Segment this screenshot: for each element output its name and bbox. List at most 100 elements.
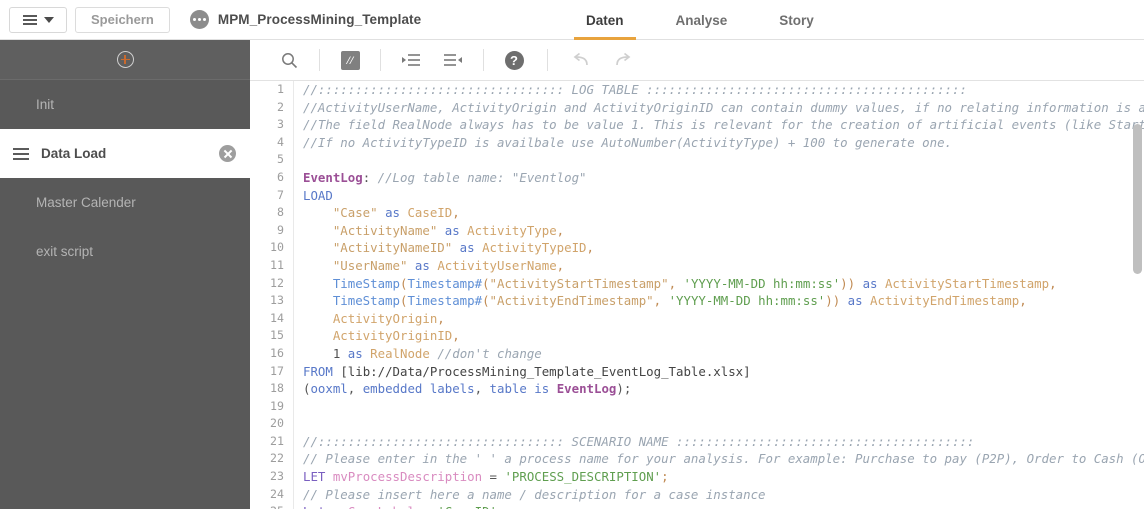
line-number: 14 xyxy=(250,309,294,328)
line-number: 12 xyxy=(250,274,294,293)
page-title: MPM_ProcessMining_Template xyxy=(217,12,422,27)
code-line: 6 EventLog: //Log table name: "Eventlog" xyxy=(250,168,1144,187)
code-line: 8 "Case" as CaseID, xyxy=(250,204,1144,222)
toolbar-separator xyxy=(547,49,548,71)
main-tabs: Daten Analyse Story xyxy=(560,0,840,40)
line-content: Let mwCaseLabel = 'CaseID'; xyxy=(294,503,504,509)
line-number: 2 xyxy=(250,98,294,117)
line-content: // Please insert here a name / descripti… xyxy=(303,486,766,502)
comment-toggle-icon[interactable]: // xyxy=(329,40,371,81)
tab-story[interactable]: Story xyxy=(753,0,840,40)
line-content: EventLog: //Log table name: "Eventlog" xyxy=(303,169,587,185)
indent-decrease-icon[interactable] xyxy=(432,40,474,81)
code-line: 11 "UserName" as ActivityUserName, xyxy=(250,256,1144,275)
code-line: 14 ActivityOrigin, xyxy=(250,309,1144,328)
line-content: //The field RealNode always has to be va… xyxy=(303,117,1144,133)
line-number: 25 xyxy=(250,503,294,509)
tab-daten[interactable]: Daten xyxy=(560,0,650,40)
line-number: 11 xyxy=(250,256,294,275)
line-number: 3 xyxy=(250,116,294,134)
line-number: 9 xyxy=(250,221,294,240)
line-content: (ooxml, embedded labels, table is EventL… xyxy=(303,381,632,397)
code-line: 15 ActivityOriginID, xyxy=(250,327,1144,345)
code-line: 23 LET mvProcessDescription = 'PROCESS_DE… xyxy=(250,468,1144,486)
sidebar-item-left: Data Load xyxy=(13,146,106,161)
code-editor[interactable]: 1 //::::::::::::::::::::::::::::::::: LOG… xyxy=(250,81,1144,509)
toolbar-separator xyxy=(380,49,381,71)
sidebar-item-label: exit script xyxy=(36,244,94,259)
line-content: "ActivityName" as ActivityType, xyxy=(332,222,565,238)
app-dots-icon xyxy=(189,10,209,29)
chevron-down-icon xyxy=(43,16,54,23)
code-line: 16 1 as RealNode //don't change xyxy=(250,344,1144,363)
line-number: 22 xyxy=(250,450,294,469)
drag-handle-icon[interactable] xyxy=(13,147,29,160)
line-content: //::::::::::::::::::::::::::::::::: SCEN… xyxy=(303,433,975,449)
code-line: 4 //If no ActivityTypeID is availbale use… xyxy=(250,133,1144,152)
line-content: //ActivityUserName, ActivityOrigin and A… xyxy=(303,99,1144,115)
toolbar-separator xyxy=(483,49,484,71)
line-content: "Case" as CaseID, xyxy=(332,205,460,221)
code-line: 9 "ActivityName" as ActivityType, xyxy=(250,221,1144,240)
add-section-button[interactable] xyxy=(0,40,250,80)
code-line: 22 // Please enter in the ' ' a process n… xyxy=(250,450,1144,469)
close-circle-icon[interactable] xyxy=(219,145,236,162)
line-number: 18 xyxy=(250,380,294,398)
undo-icon[interactable] xyxy=(560,40,602,81)
line-number: 8 xyxy=(250,204,294,222)
line-content: "ActivityNameID" as ActivityTypeID, xyxy=(332,240,594,256)
tab-analyse[interactable]: Analyse xyxy=(650,0,754,40)
plus-circle-icon xyxy=(116,51,134,68)
line-number: 24 xyxy=(250,485,294,504)
global-menu-button[interactable] xyxy=(9,6,67,33)
sidebar-item-exit-script[interactable]: exit script xyxy=(0,227,250,276)
line-number: 21 xyxy=(250,432,294,451)
line-number: 7 xyxy=(250,186,294,205)
code-line: 17 FROM [lib://Data/ProcessMining_Templat… xyxy=(250,362,1144,381)
code-line: 10 "ActivityNameID" as ActivityTypeID, xyxy=(250,239,1144,257)
line-number: 23 xyxy=(250,468,294,486)
script-editor-pane: // ? 1 //:::::::::::::::::::::::::::::::… xyxy=(250,40,1144,509)
editor-scrollbar[interactable] xyxy=(1133,124,1142,509)
line-content: "UserName" as ActivityUserName, xyxy=(332,257,565,273)
line-number: 20 xyxy=(250,415,294,433)
help-icon[interactable]: ? xyxy=(493,40,535,81)
sidebar-item-master-calender[interactable]: Master Calender xyxy=(0,178,250,227)
line-content xyxy=(294,398,303,416)
line-number: 13 xyxy=(250,292,294,310)
line-content: //::::::::::::::::::::::::::::::::: LOG … xyxy=(303,82,967,97)
sidebar-item-data-load[interactable]: Data Load xyxy=(0,129,250,178)
toolbar-separator xyxy=(319,49,320,71)
hamburger-icon xyxy=(22,14,37,25)
line-number: 6 xyxy=(250,168,294,187)
line-number: 19 xyxy=(250,397,294,416)
sidebar-item-label: Init xyxy=(36,97,55,112)
search-icon[interactable] xyxy=(268,40,310,81)
sidebar-item-init[interactable]: Init xyxy=(0,80,250,129)
scrollbar-thumb[interactable] xyxy=(1133,124,1142,274)
code-line: 18 (ooxml, embedded labels, table is Even… xyxy=(250,380,1144,398)
save-button[interactable]: Speichern xyxy=(75,6,170,33)
line-content: 1 as RealNode //don't change xyxy=(332,345,542,361)
script-sections-sidebar: Init Data Load Master Calender exit scri… xyxy=(0,40,250,509)
code-line: 25Let mwCaseLabel = 'CaseID'; xyxy=(250,503,1144,509)
line-number: 16 xyxy=(250,344,294,363)
line-content xyxy=(294,415,303,433)
line-content xyxy=(294,151,303,169)
code-lines: 1 //::::::::::::::::::::::::::::::::: LOG… xyxy=(250,81,1144,509)
code-line: 21 //::::::::::::::::::::::::::::::::: SC… xyxy=(250,432,1144,451)
line-content: TimeStamp(Timestamp#("ActivityEndTimesta… xyxy=(332,293,1027,309)
line-content: LOAD xyxy=(303,187,333,203)
sidebar-item-label: Data Load xyxy=(41,146,107,161)
line-content: ActivityOrigin, xyxy=(332,310,445,326)
code-line: 7 LOAD xyxy=(250,186,1144,205)
line-number: 15 xyxy=(250,327,294,345)
line-content: LET mvProcessDescription = 'PROCESS_DESC… xyxy=(303,469,669,485)
line-content: //If no ActivityTypeID is availbale use … xyxy=(303,134,953,150)
app-title-group: MPM_ProcessMining_Template xyxy=(189,10,422,29)
line-content: TimeStamp(Timestamp#("ActivityStartTimes… xyxy=(332,275,1057,291)
redo-icon[interactable] xyxy=(602,40,644,81)
code-line: 24 // Please insert here a name / descrip… xyxy=(250,485,1144,504)
code-line: 1 //::::::::::::::::::::::::::::::::: LOG… xyxy=(250,81,1144,99)
indent-increase-icon[interactable] xyxy=(390,40,432,81)
